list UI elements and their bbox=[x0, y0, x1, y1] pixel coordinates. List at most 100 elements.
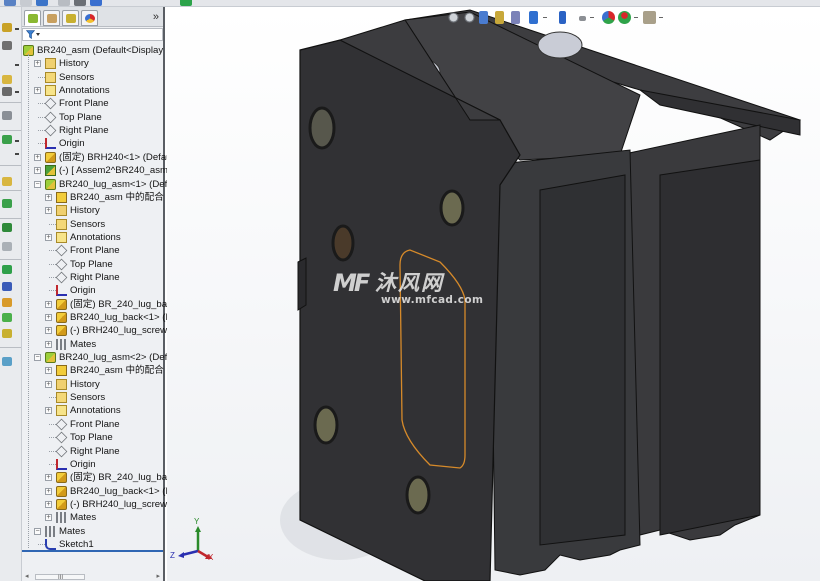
instant3d-icon[interactable] bbox=[2, 242, 12, 251]
expand-icon[interactable]: + bbox=[45, 193, 52, 201]
scroll-left-icon[interactable]: ◂ bbox=[25, 573, 29, 581]
insert-component-icon[interactable] bbox=[2, 87, 12, 96]
collapse-icon[interactable]: − bbox=[34, 354, 41, 362]
collapse-icon[interactable]: − bbox=[34, 180, 41, 188]
smart-dimension-icon[interactable] bbox=[2, 23, 12, 32]
options-icon[interactable] bbox=[74, 0, 86, 6]
tree-item[interactable]: + Mates bbox=[22, 338, 163, 351]
section-view-icon[interactable] bbox=[495, 11, 504, 24]
tree-item[interactable]: + Annotations bbox=[22, 84, 163, 97]
reference-geometry-icon[interactable] bbox=[2, 135, 12, 144]
expand-icon[interactable]: + bbox=[45, 340, 52, 348]
tree-item[interactable]: Sketch1 bbox=[22, 538, 163, 551]
chevron-down-icon[interactable] bbox=[15, 91, 19, 93]
view-orientation-icon[interactable] bbox=[529, 11, 538, 24]
assembly-feature-icon[interactable] bbox=[2, 111, 12, 120]
linear-pattern-icon[interactable] bbox=[2, 265, 12, 274]
tree-item[interactable]: Sensors bbox=[22, 391, 163, 404]
scroll-thumb[interactable]: III bbox=[35, 574, 85, 581]
chevron-down-icon[interactable] bbox=[15, 28, 19, 30]
expand-icon[interactable]: + bbox=[45, 407, 52, 415]
tree-item[interactable]: + History bbox=[22, 57, 163, 70]
tree-item[interactable]: + BR240_lug_back<1> (D bbox=[22, 311, 172, 324]
tree-item[interactable]: Top Plane bbox=[22, 431, 163, 444]
apply-scene-icon[interactable] bbox=[618, 11, 631, 24]
move-component-icon[interactable] bbox=[2, 282, 12, 291]
tree-item[interactable]: + BR240_asm 中的配合 bbox=[22, 191, 164, 204]
chevron-down-icon[interactable] bbox=[659, 17, 663, 18]
mate-icon[interactable] bbox=[2, 75, 12, 84]
tree-item[interactable]: + Mates bbox=[22, 511, 163, 524]
clearance-icon[interactable] bbox=[2, 329, 12, 338]
tree-item[interactable]: Front Plane bbox=[22, 418, 163, 431]
traffic-light-icon[interactable] bbox=[180, 0, 192, 6]
tree-item[interactable]: + BR240_lug_back<1> (D bbox=[22, 485, 172, 498]
graphics-area[interactable]: MF 沐风网 www.mfcad.com Y Z X bbox=[167, 8, 820, 581]
tree-item[interactable]: + (固定) BR_240_lug_base bbox=[22, 471, 177, 484]
view-settings-icon[interactable] bbox=[643, 11, 656, 24]
bill-of-materials-icon[interactable] bbox=[2, 199, 12, 208]
sketch-icon[interactable] bbox=[2, 41, 12, 50]
expand-icon[interactable]: + bbox=[45, 300, 52, 308]
expand-icon[interactable]: + bbox=[45, 487, 52, 495]
tree-item[interactable]: + History bbox=[22, 378, 163, 391]
tree-filter[interactable] bbox=[22, 28, 163, 41]
expand-icon[interactable]: + bbox=[45, 327, 52, 335]
tree-item[interactable]: BR240_asm (Default<Display bbox=[22, 44, 163, 57]
chevron-down-icon[interactable] bbox=[15, 153, 19, 155]
expand-icon[interactable]: + bbox=[45, 474, 52, 482]
show-hidden-icon[interactable] bbox=[2, 298, 12, 307]
expand-icon[interactable]: + bbox=[34, 167, 41, 175]
tree-item[interactable]: Right Plane bbox=[22, 124, 163, 137]
expand-icon[interactable]: + bbox=[34, 153, 41, 161]
expand-icon[interactable]: + bbox=[45, 233, 52, 241]
tree-item[interactable]: + History bbox=[22, 204, 163, 217]
tree-item[interactable]: Origin bbox=[22, 137, 163, 150]
expand-icon[interactable]: + bbox=[45, 380, 52, 388]
zoom-to-area-icon[interactable] bbox=[463, 11, 476, 24]
tree-item[interactable]: Top Plane bbox=[22, 111, 163, 124]
edit-appearance-icon[interactable] bbox=[602, 11, 615, 24]
tree-item[interactable]: Sensors bbox=[22, 218, 163, 231]
chevron-down-icon[interactable] bbox=[15, 140, 19, 142]
previous-view-icon[interactable] bbox=[479, 11, 488, 24]
tree-item[interactable]: + (-) BRH240_lug_screw< bbox=[22, 324, 173, 337]
measure-icon[interactable] bbox=[2, 357, 12, 366]
tree-item[interactable]: Sensors bbox=[22, 71, 163, 84]
tab-displaymanager[interactable] bbox=[81, 10, 98, 26]
scroll-right-icon[interactable]: ▸ bbox=[156, 573, 160, 581]
back-icon[interactable] bbox=[4, 0, 16, 6]
display-style-icon[interactable] bbox=[559, 11, 566, 24]
rollback-bar[interactable] bbox=[22, 550, 163, 552]
expand-icon[interactable]: + bbox=[45, 207, 52, 215]
chevron-down-icon[interactable] bbox=[15, 64, 19, 66]
save-icon[interactable] bbox=[20, 0, 32, 6]
tree-item[interactable]: − BR240_lug_asm<1> (Defau bbox=[22, 178, 178, 191]
chevron-down-icon[interactable] bbox=[634, 17, 638, 18]
tab-featuremanager-tree[interactable] bbox=[24, 10, 41, 26]
chevron-down-icon[interactable] bbox=[36, 33, 40, 36]
tree-item[interactable]: + BR240_asm 中的配合 bbox=[22, 364, 164, 377]
tab-configurationmanager[interactable] bbox=[62, 10, 79, 26]
expand-icon[interactable]: + bbox=[45, 314, 52, 321]
tree-item[interactable]: + (固定) BRH240<1> (Defaul bbox=[22, 151, 174, 164]
tree-item[interactable]: − Mates bbox=[22, 525, 163, 538]
expand-icon[interactable]: + bbox=[45, 367, 52, 375]
expand-icon[interactable]: + bbox=[34, 60, 41, 68]
expand-panel-button[interactable]: » bbox=[153, 11, 159, 23]
exploded-view-icon[interactable] bbox=[2, 223, 12, 232]
expand-icon[interactable]: + bbox=[45, 500, 52, 508]
new-motion-study-icon[interactable] bbox=[2, 177, 12, 186]
tree-item[interactable]: + Annotations bbox=[22, 231, 163, 244]
tree-item[interactable]: − BR240_lug_asm<2> (Defau bbox=[22, 351, 178, 364]
tree-item[interactable]: + Annotations bbox=[22, 404, 163, 417]
hide-show-items-icon[interactable] bbox=[579, 16, 586, 21]
expand-icon[interactable]: + bbox=[45, 514, 52, 522]
select-icon[interactable] bbox=[90, 0, 102, 6]
dynamic-annotation-icon[interactable] bbox=[511, 11, 520, 24]
interference-icon[interactable] bbox=[2, 313, 12, 322]
tree-item[interactable]: Front Plane bbox=[22, 244, 163, 257]
horizontal-scrollbar[interactable]: ◂ III ▸ bbox=[25, 573, 160, 581]
tree-item[interactable]: + (固定) BR_240_lug_base bbox=[22, 298, 177, 311]
tree-item[interactable]: + (-) BRH240_lug_screw< bbox=[22, 498, 173, 511]
